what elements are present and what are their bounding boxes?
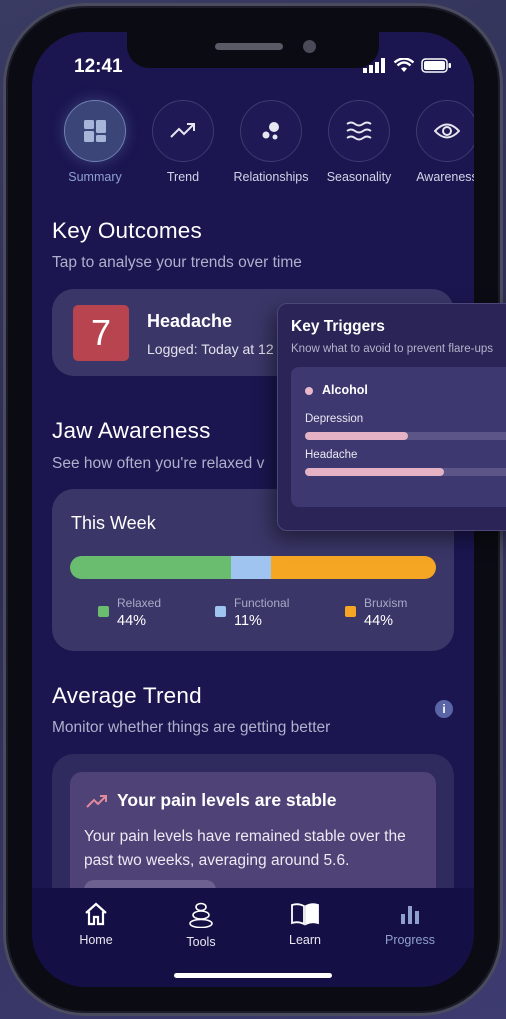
home-icon xyxy=(85,902,107,926)
analysis-tabs: Summary Trend Relationships Seasonality … xyxy=(32,100,474,190)
tab-awareness[interactable]: Awareness xyxy=(403,100,474,184)
key-triggers-subtitle: Know what to avoid to prevent flare-ups xyxy=(291,343,494,355)
trigger-card[interactable]: Alcohol Depression Headache xyxy=(291,367,506,507)
info-icon[interactable]: i xyxy=(435,700,453,718)
key-triggers-popup[interactable]: Key Triggers Know what to avoid to preve… xyxy=(277,303,506,531)
trigger-row-label: Depression xyxy=(305,413,364,425)
tab-summary-label: Summary xyxy=(68,170,122,184)
grid-icon xyxy=(84,120,106,142)
wifi-icon xyxy=(394,58,414,72)
legend-dot-bruxism xyxy=(345,606,356,617)
front-camera xyxy=(303,40,316,53)
outcome-name: Headache xyxy=(147,311,233,331)
status-icons xyxy=(363,58,452,73)
bar-segment-bruxism xyxy=(271,556,436,579)
nav-progress[interactable]: Progress xyxy=(370,902,450,947)
trend-up-icon xyxy=(170,123,195,138)
key-outcomes-subtitle: Tap to analyse your trends over time xyxy=(52,254,302,271)
tab-seasonality[interactable]: Seasonality xyxy=(315,100,403,184)
legend-value: 44% xyxy=(364,613,394,629)
key-triggers-title: Key Triggers xyxy=(291,318,385,335)
legend-dot-relaxed xyxy=(98,606,109,617)
trigger-row-label: Headache xyxy=(305,449,358,461)
legend-value: 44% xyxy=(117,613,147,629)
nav-tools[interactable]: Tools xyxy=(161,902,241,949)
tab-trend-label: Trend xyxy=(166,170,200,184)
awareness-bar xyxy=(70,556,436,579)
eye-icon xyxy=(434,123,460,139)
trigger-row-fill xyxy=(305,468,445,476)
average-trend-title: Average Trend xyxy=(52,683,202,708)
waves-icon xyxy=(346,121,372,141)
tab-awareness-label: Awareness xyxy=(416,170,474,184)
trend-up-icon xyxy=(86,795,107,808)
nav-progress-label: Progress xyxy=(384,933,436,947)
nav-learn-label: Learn xyxy=(289,933,321,947)
tab-summary[interactable]: Summary xyxy=(51,100,139,184)
trigger-row-track xyxy=(305,468,506,476)
tab-seasonality-circle xyxy=(328,100,390,162)
book-icon xyxy=(291,903,319,926)
average-trend-subtitle: Monitor whether things are getting bette… xyxy=(52,719,331,736)
speaker xyxy=(215,43,283,50)
tab-summary-circle xyxy=(64,100,126,162)
bubbles-icon xyxy=(262,122,279,140)
tab-relationships-label: Relationships xyxy=(233,170,309,184)
nav-home-label: Home xyxy=(79,933,113,947)
trigger-row-track xyxy=(305,432,506,440)
tab-trend[interactable]: Trend xyxy=(139,100,227,184)
trigger-row-fill xyxy=(305,432,409,440)
notch xyxy=(127,32,379,68)
battery-icon xyxy=(421,58,451,73)
legend-dot-functional xyxy=(215,606,226,617)
nav-tools-label: Tools xyxy=(186,935,216,949)
legend-label: Functional xyxy=(234,596,290,610)
home-indicator[interactable] xyxy=(174,973,332,978)
key-outcomes-title: Key Outcomes xyxy=(52,218,202,243)
tab-trend-circle xyxy=(152,100,214,162)
jaw-awareness-title: Jaw Awareness xyxy=(52,418,211,443)
bar-segment-functional xyxy=(231,556,272,579)
trigger-header: Alcohol xyxy=(305,383,368,397)
tab-awareness-circle xyxy=(416,100,474,162)
trend-insight-title: Your pain levels are stable xyxy=(117,790,337,810)
nav-home[interactable]: Home xyxy=(56,902,136,947)
tab-relationships[interactable]: Relationships xyxy=(227,100,315,184)
nav-learn[interactable]: Learn xyxy=(265,902,345,947)
jaw-awareness-subtitle: See how often you're relaxed v xyxy=(52,455,265,472)
legend-label: Relaxed xyxy=(117,596,162,610)
status-time: 12:41 xyxy=(74,56,123,77)
outcome-score-badge: 7 xyxy=(73,305,129,361)
bar-chart-icon xyxy=(401,906,419,924)
bar-segment-relaxed xyxy=(70,556,232,579)
legend-label: Bruxism xyxy=(364,596,408,610)
tab-seasonality-label: Seasonality xyxy=(326,170,392,184)
trigger-name: Alcohol xyxy=(322,383,368,397)
trigger-dot xyxy=(305,386,313,395)
legend-value: 11% xyxy=(234,613,262,629)
week-title: This Week xyxy=(71,513,156,533)
stones-icon xyxy=(189,902,213,929)
tab-relationships-circle xyxy=(240,100,302,162)
outcome-logged-time: Logged: Today at 12 xyxy=(147,341,274,357)
trend-insight-body: Your pain levels have remained stable ov… xyxy=(84,828,406,869)
